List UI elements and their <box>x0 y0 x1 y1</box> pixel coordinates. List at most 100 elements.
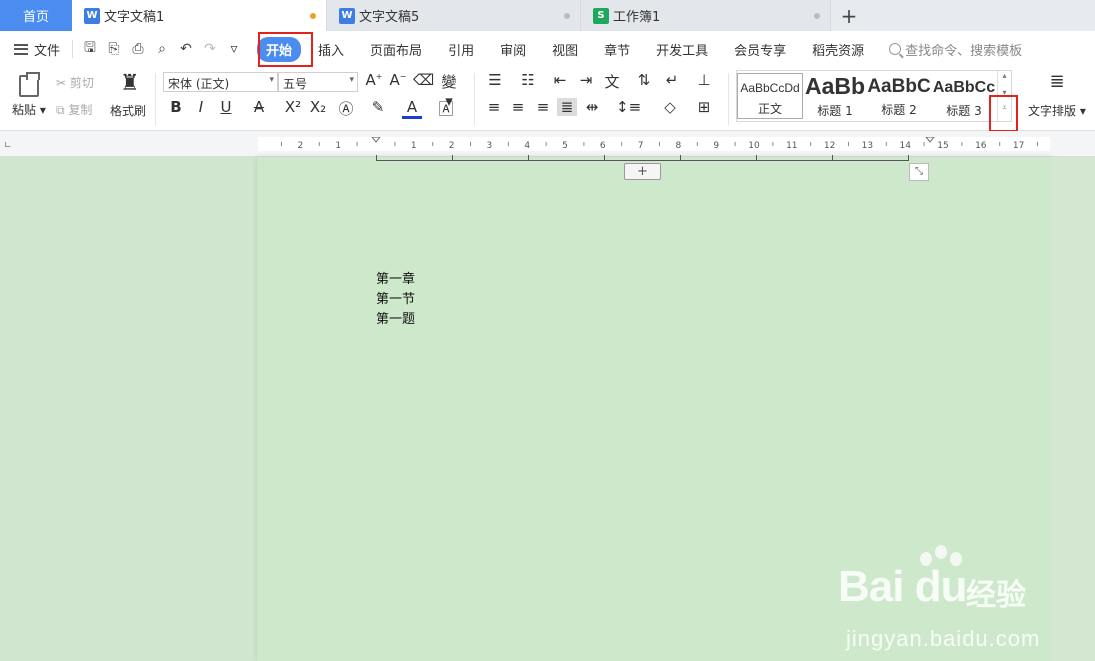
shading-icon[interactable]: ◇ <box>660 98 680 116</box>
print-preview-icon[interactable]: ⌕ <box>153 41 171 57</box>
align-center-icon[interactable]: ≡ <box>508 98 528 116</box>
search-icon <box>889 43 902 55</box>
watermark-logo: Bai du <box>838 562 967 611</box>
decrease-indent-icon[interactable]: ⇤ <box>550 71 570 89</box>
doc-line-question[interactable]: 第一题 <box>376 308 415 327</box>
borders-icon[interactable]: ⊞ <box>694 98 714 116</box>
paste-icon[interactable] <box>19 72 40 97</box>
bold-icon[interactable]: B <box>166 98 186 116</box>
indent-marker-icon[interactable] <box>925 137 935 143</box>
shrink-font-icon[interactable]: A− <box>388 71 408 89</box>
doc-line-section[interactable]: 第一节 <box>376 288 415 307</box>
writer-icon: W <box>84 7 100 24</box>
tab-view[interactable]: 视图 <box>539 40 591 59</box>
ruler-number: 11 <box>786 141 797 151</box>
table-top-border <box>376 155 909 161</box>
style-heading-2[interactable]: AaBbC 标题 2 <box>867 73 931 119</box>
strikethrough-icon[interactable]: A <box>249 98 269 116</box>
tab-developer[interactable]: 开发工具 <box>643 40 721 59</box>
align-left-icon[interactable]: ≡ <box>484 98 504 116</box>
doc-line-chapter[interactable]: 第一章 <box>376 268 415 287</box>
indent-marker-icon[interactable] <box>371 137 381 143</box>
close-dot-icon[interactable] <box>564 13 570 19</box>
font-name-select[interactable]: 宋体 (正文) <box>163 72 278 92</box>
ruler-track[interactable]: 2 1 1 2 3 4 5 6 7 8 9 10 11 12 13 14 15 16 17 <box>258 137 1050 151</box>
ribbon-tabs: 开始 插入 页面布局 引用 审阅 视图 章节 开发工具 会员专享 稻壳资源 <box>253 36 877 62</box>
italic-icon[interactable]: I <box>191 98 211 116</box>
tab-selector-icon[interactable]: ∟ <box>4 141 12 151</box>
superscript-icon[interactable]: X² <box>283 98 303 116</box>
copy-button[interactable]: ⧉ 复制 <box>56 101 92 118</box>
subscript-icon[interactable]: X₂ <box>308 98 328 116</box>
baidu-jingyan-watermark: Bai du 经验 <box>838 548 1038 618</box>
highlight-icon[interactable]: ✎ <box>368 98 388 116</box>
tab-home[interactable]: 首页 <box>0 0 72 31</box>
style-normal[interactable]: AaBbCcDd 正文 <box>737 73 803 119</box>
new-tab-button[interactable]: + <box>831 0 867 31</box>
style-heading-3[interactable]: AaBbCc 标题 3 <box>931 73 997 119</box>
align-right-icon[interactable]: ≡ <box>533 98 553 116</box>
ruler-number: 1 <box>335 141 341 151</box>
paste-button[interactable]: 粘贴 ▾ <box>12 101 46 118</box>
tab-section[interactable]: 章节 <box>591 40 643 59</box>
style-heading-1[interactable]: AaBb 标题 1 <box>803 73 867 119</box>
grow-font-icon[interactable]: A+ <box>364 71 384 89</box>
tab-document-1[interactable]: W 文字文稿1 <box>72 0 327 31</box>
text-layout-button[interactable]: 文字排版 ▾ <box>1028 102 1086 119</box>
increase-indent-icon[interactable]: ⇥ <box>576 71 596 89</box>
styles-more-highlight <box>989 95 1018 132</box>
bullets-icon[interactable]: ☰ <box>485 71 505 89</box>
cut-button[interactable]: ✂ 剪切 <box>56 74 94 91</box>
save-icon[interactable]: 🖫 <box>81 37 99 61</box>
column-marker <box>832 155 833 161</box>
divider <box>728 73 729 125</box>
tab-member[interactable]: 会员专享 <box>721 40 799 59</box>
char-border-icon[interactable]: 🄰 <box>436 98 456 119</box>
horizontal-ruler[interactable]: ∟ 2 1 1 2 3 4 5 6 7 8 9 10 11 12 13 14 15 16 17 <box>0 131 1095 157</box>
text-layout-icon[interactable]: ≣ <box>1044 71 1070 92</box>
close-dot-icon[interactable] <box>814 13 820 19</box>
hamburger-icon <box>14 43 28 55</box>
ruler-number: 2 <box>449 141 455 151</box>
format-painter-icon[interactable]: ♜ <box>120 71 140 96</box>
tab-workbook-1[interactable]: S 工作簿1 <box>581 0 831 31</box>
tab-review[interactable]: 审阅 <box>487 40 539 59</box>
numbering-icon[interactable]: ☷ <box>518 71 538 89</box>
clear-format-icon[interactable]: ⌫ <box>413 71 434 89</box>
font-size-select[interactable]: 五号 <box>278 72 358 92</box>
format-painter-button[interactable]: 格式刷 <box>110 102 146 119</box>
scroll-up-icon[interactable]: ▴ <box>998 71 1011 80</box>
expand-icon[interactable]: ⤡ <box>909 163 929 181</box>
undo-icon[interactable]: ↶ <box>177 41 195 57</box>
ruler-number: 14 <box>899 141 911 151</box>
divider <box>72 40 74 58</box>
redo-icon[interactable]: ↷ <box>201 41 219 57</box>
underline-icon[interactable]: U <box>216 98 236 116</box>
column-marker <box>452 155 453 161</box>
ruler-number: 7 <box>638 141 644 151</box>
export-pdf-icon[interactable]: ⎘ <box>105 41 123 57</box>
add-row-button[interactable]: + <box>624 163 661 180</box>
search-placeholder: 查找命令、搜索模板 <box>905 43 1023 59</box>
cut-label: 剪切 <box>69 76 94 90</box>
tab-stops-icon[interactable]: ⊥ <box>694 71 714 89</box>
distributed-icon[interactable]: ⇹ <box>582 98 602 116</box>
tab-page-layout[interactable]: 页面布局 <box>357 40 435 59</box>
text-direction-icon[interactable]: ⇅ <box>634 71 654 89</box>
command-search[interactable]: 查找命令、搜索模板 <box>889 40 1022 59</box>
justify-icon[interactable]: ≣ <box>557 98 577 116</box>
customize-dropdown-icon[interactable]: ▿ <box>225 41 243 57</box>
chinese-layout-icon[interactable]: 文 <box>602 71 622 92</box>
file-menu-button[interactable]: 文件 <box>14 40 60 59</box>
line-spacing-icon[interactable]: ↕≡ <box>616 98 641 116</box>
tab-document-5[interactable]: W 文字文稿5 <box>327 0 581 31</box>
line-break-icon[interactable]: ↵ <box>662 71 682 89</box>
tab-references[interactable]: 引用 <box>435 40 487 59</box>
canvas-right-margin <box>1052 157 1095 661</box>
menu-bar: 文件 🖫 ⎘ ⎙ ⌕ ↶ ↷ ▿ 开始 插入 页面布局 引用 审阅 视图 章节 … <box>0 31 1095 67</box>
text-effect-icon[interactable]: Ⓐ <box>336 98 356 119</box>
tab-docer[interactable]: 稻壳资源 <box>799 40 877 59</box>
print-icon[interactable]: ⎙ <box>129 41 147 57</box>
quick-access-toolbar: 🖫 ⎘ ⎙ ⌕ ↶ ↷ ▿ <box>70 37 243 61</box>
font-color-icon[interactable]: A <box>402 98 422 119</box>
